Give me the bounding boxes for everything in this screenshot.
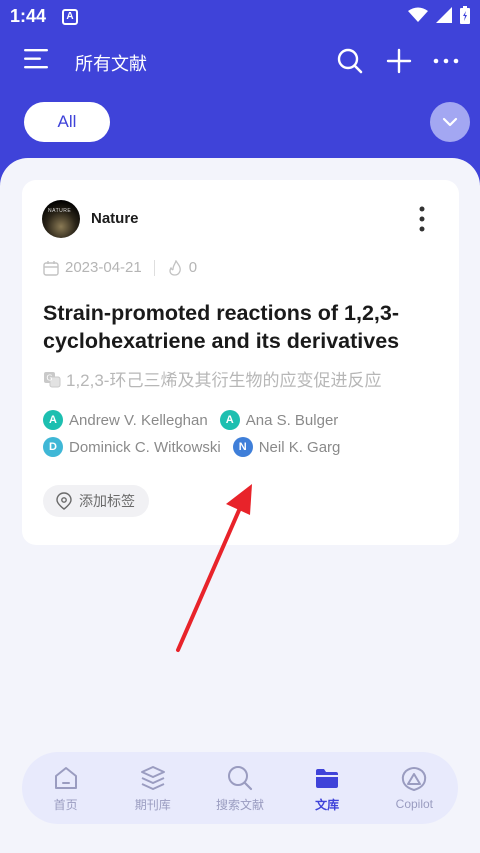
- status-bar: 1:44 A: [0, 0, 480, 34]
- nav-label: 期刊库: [134, 797, 171, 812]
- app-badge-icon: A: [62, 9, 78, 25]
- filter-chip-all[interactable]: All: [24, 102, 110, 142]
- app-bar: 所有文献: [0, 38, 480, 82]
- status-time: 1:44: [10, 6, 47, 26]
- menu-icon[interactable]: [24, 48, 50, 70]
- paper-date: 2023-04-21: [65, 259, 142, 276]
- translate-icon: G: [44, 371, 61, 387]
- bottom-nav: 首页 期刊库 搜索文献 文库 Copilot: [22, 752, 458, 824]
- author-row: A Andrew V. Kelleghan A Ana S. Bulger: [43, 407, 453, 433]
- author-name: Neil K. Garg: [258, 438, 341, 456]
- author-avatar: N: [232, 437, 253, 457]
- nav-label: 文库: [315, 797, 340, 812]
- author-avatar: A: [43, 410, 63, 430]
- battery-icon: [460, 6, 470, 24]
- wifi-icon: [408, 7, 428, 22]
- nav-item-search[interactable]: 搜索文献: [200, 764, 280, 813]
- signal-icon: [436, 7, 452, 23]
- more-icon[interactable]: [432, 47, 460, 75]
- author-avatar: A: [219, 410, 240, 430]
- home-icon: [54, 766, 77, 789]
- author-item[interactable]: A Ana S. Bulger: [219, 410, 339, 430]
- nav-item-journals[interactable]: 期刊库: [113, 764, 193, 813]
- author-item[interactable]: D Dominick C. Witkowski: [43, 437, 221, 457]
- author-name: Andrew V. Kelleghan: [69, 411, 208, 429]
- author-row: D Dominick C. Witkowski N Neil K. Garg: [43, 434, 453, 460]
- copilot-icon: [402, 766, 427, 792]
- svg-text:G: G: [46, 373, 52, 382]
- search-icon[interactable]: [336, 47, 364, 75]
- card-more-icon[interactable]: [412, 204, 432, 234]
- add-icon[interactable]: [385, 47, 413, 75]
- author-name: Dominick C. Witkowski: [69, 438, 221, 456]
- translated-title-text: 1,2,3-环己三烯及其衍生物的应变促进反应: [66, 371, 382, 390]
- journal-logo-text: NATURE: [48, 208, 72, 214]
- nav-item-library[interactable]: 文库: [287, 764, 367, 813]
- nav-label: Copilot: [395, 797, 434, 811]
- filter-dropdown-button[interactable]: [430, 102, 470, 142]
- page-title: 所有文献: [75, 54, 147, 74]
- meta-divider: [153, 259, 155, 276]
- add-tag-label: 添加标签: [79, 493, 135, 509]
- folder-icon: [316, 768, 339, 788]
- author-avatar: D: [43, 437, 63, 457]
- like-count: 0: [188, 259, 198, 276]
- chevron-down-icon: [442, 117, 458, 127]
- author-name: Ana S. Bulger: [245, 411, 339, 429]
- tag-icon: [56, 492, 72, 510]
- calendar-icon: [43, 260, 59, 276]
- author-list: A Andrew V. Kelleghan A Ana S. Bulger D …: [43, 407, 453, 461]
- nav-label: 搜索文献: [215, 797, 264, 812]
- status-icons: [408, 6, 470, 24]
- nav-item-home[interactable]: 首页: [26, 764, 106, 813]
- nav-item-copilot[interactable]: Copilot: [374, 765, 454, 811]
- search-icon: [227, 765, 253, 790]
- annotation-arrow: [176, 484, 252, 652]
- author-item[interactable]: N Neil K. Garg: [232, 437, 341, 457]
- paper-meta: 2023-04-21 0: [43, 259, 197, 276]
- layers-icon: [140, 765, 165, 790]
- journal-logo: NATURE: [42, 200, 80, 238]
- nav-label: 首页: [53, 797, 78, 812]
- author-item[interactable]: A Andrew V. Kelleghan: [43, 410, 208, 430]
- translated-title: G 1,2,3-环己三烯及其衍生物的应变促进反应: [43, 366, 381, 391]
- fire-icon: [169, 259, 181, 276]
- add-tag-button[interactable]: 添加标签: [43, 485, 149, 517]
- journal-name: Nature: [91, 210, 139, 227]
- paper-title[interactable]: Strain-promoted reactions of 1,2,3-cyclo…: [43, 299, 443, 355]
